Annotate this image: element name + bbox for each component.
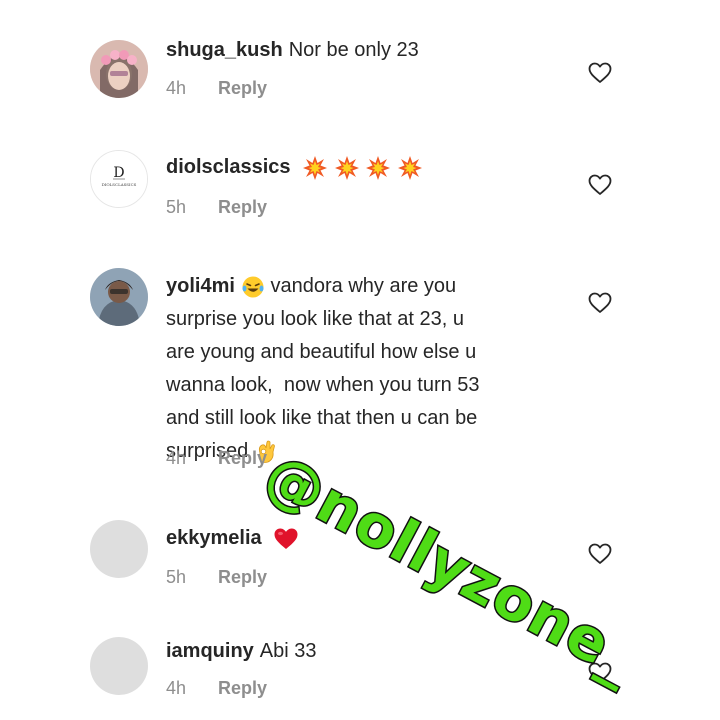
comment-text: yoli4mi vandora why are you surprise you… bbox=[166, 270, 546, 468]
comment-text: iamquiny Abi 33 bbox=[166, 635, 546, 668]
svg-text:DIOLSCLASSICS: DIOLSCLASSICS bbox=[102, 182, 137, 187]
avatar[interactable] bbox=[90, 520, 148, 578]
comment-username[interactable]: iamquiny bbox=[166, 640, 254, 662]
comment-meta: 4h Reply bbox=[166, 448, 267, 469]
comment-meta: 4h Reply bbox=[166, 678, 267, 699]
comment-meta: 4h Reply bbox=[166, 78, 267, 99]
comment-username[interactable]: ekkymelia bbox=[166, 527, 262, 549]
comment-meta: 5h Reply bbox=[166, 567, 267, 588]
comment-time: 5h bbox=[166, 197, 187, 217]
collision-emoji-icon bbox=[366, 155, 391, 180]
comment-time: 5h bbox=[166, 567, 187, 587]
comment-time: 4h bbox=[166, 78, 187, 98]
like-heart-icon[interactable] bbox=[588, 543, 612, 565]
svg-text:D: D bbox=[113, 165, 124, 181]
comment-body: vandora why are you bbox=[270, 275, 457, 297]
reply-button[interactable]: Reply bbox=[218, 448, 267, 468]
comment-line: and still look like that then u can be bbox=[166, 407, 478, 429]
collision-emoji-icon bbox=[303, 155, 328, 180]
comment-line: surprise you look like that at 23, u bbox=[166, 308, 464, 330]
reply-button[interactable]: Reply bbox=[218, 197, 267, 217]
reply-button[interactable]: Reply bbox=[218, 567, 267, 587]
like-heart-icon[interactable] bbox=[588, 62, 612, 84]
comment-meta: 5h Reply bbox=[166, 197, 267, 218]
comment-username[interactable]: yoli4mi bbox=[166, 275, 235, 297]
profile-photo-icon bbox=[90, 268, 148, 326]
comment-time: 4h bbox=[166, 678, 187, 698]
reply-button[interactable]: Reply bbox=[218, 678, 267, 698]
like-heart-icon[interactable] bbox=[588, 292, 612, 314]
comment-username[interactable]: diolsclassics bbox=[166, 156, 291, 178]
comment-body: Nor be only 23 bbox=[288, 39, 419, 61]
avatar[interactable] bbox=[90, 268, 148, 326]
comment-time: 4h bbox=[166, 448, 187, 468]
reply-button[interactable]: Reply bbox=[218, 78, 267, 98]
comment-text: diolsclassics bbox=[166, 151, 546, 184]
comment-body: Abi 33 bbox=[259, 640, 317, 662]
comment-line: wanna look, now when you turn 53 bbox=[166, 374, 480, 396]
profile-photo-icon bbox=[90, 40, 148, 98]
comment-line: are young and beautiful how else u bbox=[166, 341, 477, 363]
avatar[interactable]: D DIOLSCLASSICS bbox=[90, 150, 148, 208]
laughing-tears-emoji-icon bbox=[242, 276, 264, 298]
collision-emoji-icon bbox=[397, 155, 422, 180]
avatar[interactable] bbox=[90, 40, 148, 98]
red-heart-emoji-icon bbox=[274, 528, 298, 549]
comment-line: yoli4mi vandora why are you bbox=[166, 270, 546, 303]
collision-emoji-icon bbox=[334, 155, 359, 180]
diolsclassics-logo-icon: D DIOLSCLASSICS bbox=[91, 151, 147, 207]
like-heart-icon[interactable] bbox=[588, 174, 612, 196]
avatar[interactable] bbox=[90, 637, 148, 695]
comment-text: shuga_kush Nor be only 23 bbox=[166, 34, 546, 67]
comment-username[interactable]: shuga_kush bbox=[166, 39, 283, 61]
